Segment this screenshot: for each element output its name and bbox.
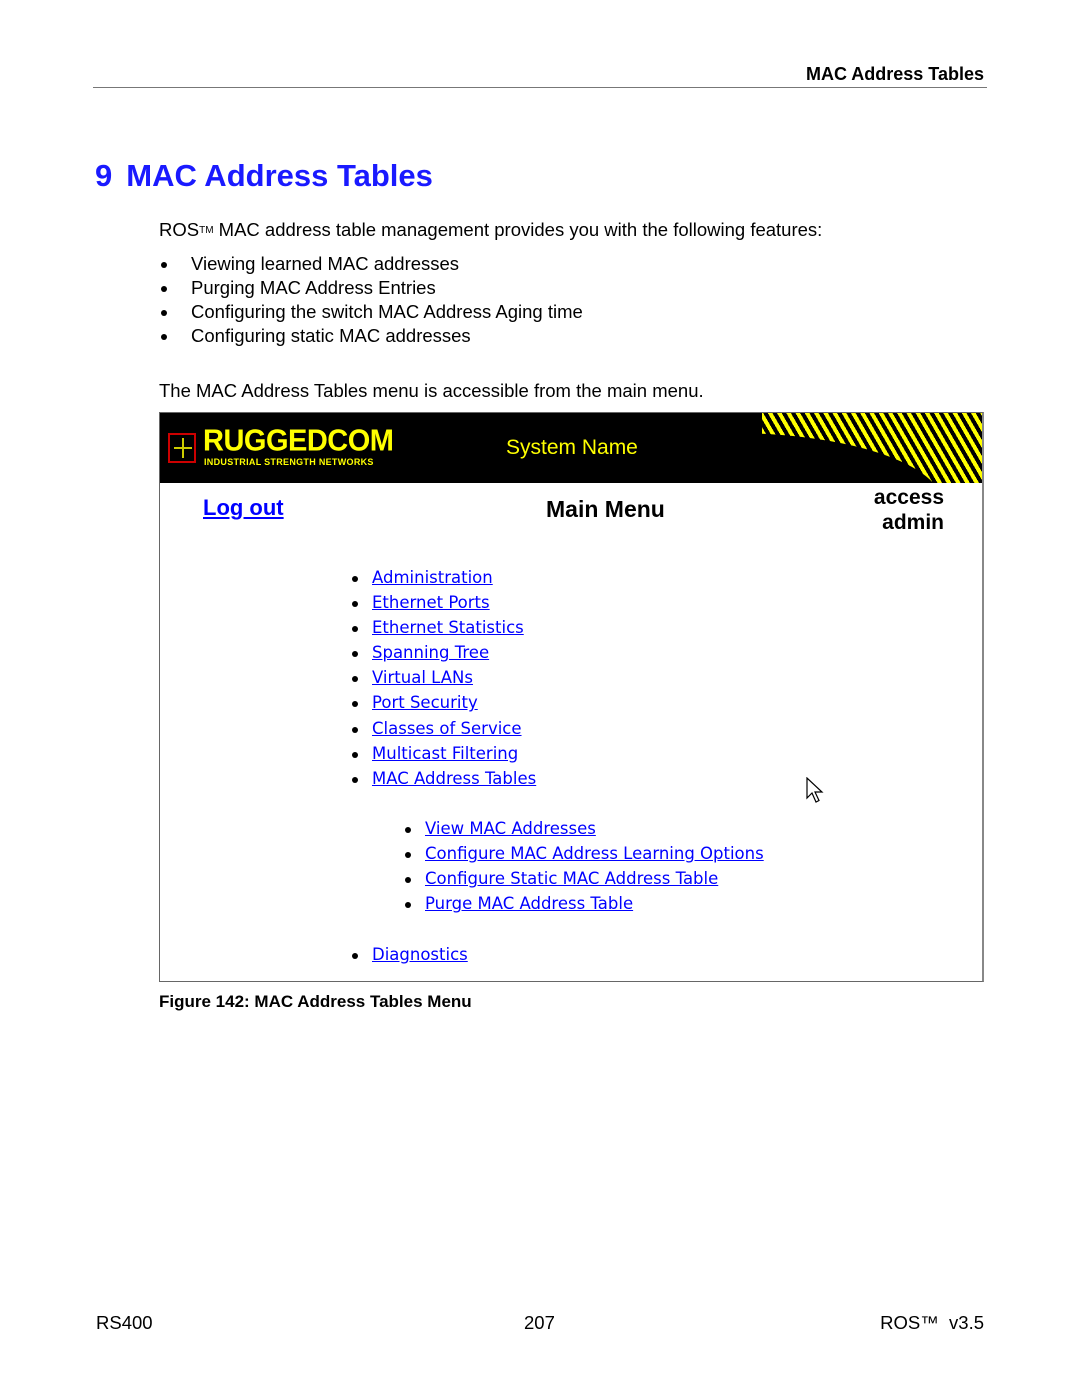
submenu-list: View MAC Addresses Configure MAC Address… <box>404 816 764 916</box>
feature-list: Viewing learned MAC addresses Purging MA… <box>159 252 583 348</box>
chapter-heading: 9 MAC Address Tables <box>95 158 433 194</box>
logout-link[interactable]: Log out <box>203 495 284 521</box>
logo-icon <box>168 433 196 463</box>
menu-item-multicast-filtering[interactable]: Multicast Filtering <box>372 744 518 763</box>
intro-prefix: ROS <box>159 219 200 240</box>
submenu-item-view-mac[interactable]: View MAC Addresses <box>425 819 596 838</box>
menu-item-virtual-lans[interactable]: Virtual LANs <box>372 668 473 687</box>
page-title: Main Menu <box>546 496 665 522</box>
list-item: Viewing learned MAC addresses <box>159 252 583 276</box>
list-item: Configuring static MAC addresses <box>159 324 583 348</box>
main-menu-screenshot: RUGGEDCOM INDUSTRIAL STRENGTH NETWORKS S… <box>159 412 984 982</box>
main-menu-list: Administration Ethernet Ports Ethernet S… <box>351 565 536 791</box>
menu-item-ethernet-statistics[interactable]: Ethernet Statistics <box>372 618 524 637</box>
menu-item-classes-of-service[interactable]: Classes of Service <box>372 719 522 738</box>
chapter-title: MAC Address Tables <box>126 158 433 193</box>
access-info: access admin <box>874 485 944 535</box>
list-item: Purging MAC Address Entries <box>159 276 583 300</box>
app-header: RUGGEDCOM INDUSTRIAL STRENGTH NETWORKS S… <box>160 413 982 483</box>
main-menu-list-continued: Diagnostics <box>351 942 468 967</box>
header-rule <box>93 87 987 88</box>
menu-item-port-security[interactable]: Port Security <box>372 693 478 712</box>
running-header: MAC Address Tables <box>805 64 984 84</box>
access-label: access <box>873 486 944 509</box>
document-page: MAC Address Tables 9 MAC Address Tables R… <box>0 0 1080 1397</box>
intro-text: MAC address table management provides yo… <box>213 219 823 240</box>
logo-tagline: INDUSTRIAL STRENGTH NETWORKS <box>204 457 374 467</box>
hazard-stripes <box>522 413 982 483</box>
access-note: The MAC Address Tables menu is accessibl… <box>159 380 704 401</box>
submenu-item-learning-options[interactable]: Configure MAC Address Learning Options <box>425 844 764 863</box>
menu-item-spanning-tree[interactable]: Spanning Tree <box>372 643 489 662</box>
footer-left: RS400 <box>96 1312 153 1333</box>
footer-right: ROS™ v3.5 <box>880 1312 984 1333</box>
trademark: TM <box>199 225 214 236</box>
menu-item-administration[interactable]: Administration <box>372 568 493 587</box>
submenu-item-static-mac[interactable]: Configure Static MAC Address Table <box>425 869 718 888</box>
list-item: Configuring the switch MAC Address Aging… <box>159 300 583 324</box>
logo: RUGGEDCOM <box>203 424 394 458</box>
intro-paragraph: ROSTM MAC address table management provi… <box>159 219 822 241</box>
menu-item-diagnostics[interactable]: Diagnostics <box>372 945 468 964</box>
access-level: admin <box>882 511 944 534</box>
figure-caption: Figure 142: MAC Address Tables Menu <box>159 992 472 1011</box>
menu-item-mac-address-tables[interactable]: MAC Address Tables <box>372 769 536 788</box>
mouse-cursor-icon <box>806 777 824 803</box>
submenu-item-purge-mac[interactable]: Purge MAC Address Table <box>425 894 633 913</box>
page-number: 207 <box>524 1312 555 1333</box>
menu-item-ethernet-ports[interactable]: Ethernet Ports <box>372 593 490 612</box>
system-name: System Name <box>506 436 638 459</box>
chapter-number: 9 <box>95 158 113 193</box>
